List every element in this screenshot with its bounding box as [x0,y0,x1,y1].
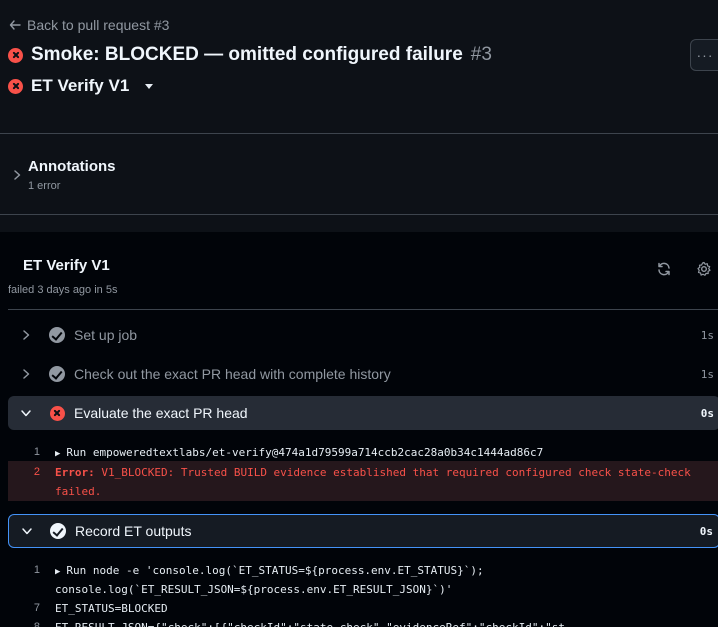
failure-icon [8,78,23,94]
job-status: failed 3 days ago in 5s [8,284,118,296]
line-number: 1 [33,564,40,576]
divider [8,309,718,310]
chevron-right-icon [12,329,40,341]
log-line: 7 ET_STATUS=BLOCKED [8,599,718,618]
arrow-left-icon [9,20,21,30]
check-circle-icon [49,327,65,343]
step-name: Check out the exact PR head with complet… [74,366,391,382]
step-record-et-outputs[interactable]: Record ET outputs 0s [8,514,718,548]
page-title: Smoke: BLOCKED — omitted configured fail… [8,44,492,66]
step-name: Record ET outputs [75,523,192,539]
step-duration: 1s [700,328,714,342]
log-line: console.log(`ET_RESULT_JSON=${process.en… [8,580,718,599]
check-circle-icon [49,366,65,382]
workflow-selector[interactable]: ET Verify V1 [8,76,154,96]
log-line-error: 2 Error: V1_BLOCKED: Trusted BUILD evide… [8,463,718,501]
chevron-right-icon[interactable] [13,168,22,186]
step-checkout[interactable]: Check out the exact PR head with complet… [8,357,718,391]
annotations-title[interactable]: Annotations [28,158,116,175]
line-number: 2 [33,466,40,478]
triangle-right-icon[interactable]: ▶ [55,567,60,577]
sync-icon[interactable] [656,261,672,277]
step-name: Evaluate the exact PR head [74,405,248,421]
kebab-horizontal-icon: ··· [696,47,714,63]
line-number: 8 [33,621,40,627]
chevron-down-icon [13,527,41,536]
run-title: Smoke: BLOCKED — omitted configured fail… [31,44,463,65]
chevron-down-icon [12,409,40,418]
job-title: ET Verify V1 [23,257,110,274]
divider [0,133,718,134]
chevron-right-icon [12,368,40,380]
workflow-name: ET Verify V1 [31,76,130,95]
error-label: Error: [55,466,95,479]
step-duration: 0s [700,406,714,420]
failure-icon [8,47,23,63]
step-duration: 0s [699,524,713,538]
log-text: V1_BLOCKED: Trusted BUILD evidence estab… [55,466,698,498]
log-text: ET_RESULT_JSON={"check":[{"checkId":"sta… [55,618,718,627]
log-line: 8 ET_RESULT_JSON={"check":[{"checkId":"s… [8,618,718,627]
triangle-right-icon[interactable]: ▶ [55,449,60,459]
log-text: ET_STATUS=BLOCKED [55,602,168,615]
gear-icon[interactable] [696,261,712,277]
step-set-up-job[interactable]: Set up job 1s [8,318,718,352]
log-line: 1 ▶ Run node -e 'console.log(`ET_STATUS=$… [8,561,718,582]
line-number [8,580,55,599]
divider [0,214,718,215]
step-duration: 1s [700,367,714,381]
log-text: Run empoweredtextlabs/et-verify@474a1d79… [66,446,544,459]
x-circle-icon [49,405,65,421]
more-options-button[interactable]: ··· [690,39,718,71]
run-number: #3 [470,44,492,65]
check-circle-icon [50,523,66,539]
annotations-count: 1 error [28,180,61,192]
line-number: 7 [33,602,40,614]
back-link[interactable]: Back to pull request #3 [9,17,169,33]
step-evaluate-pr-head[interactable]: Evaluate the exact PR head 0s [8,396,718,430]
log-text: console.log(`ET_RESULT_JSON=${process.en… [55,583,453,596]
triangle-down-icon [145,83,154,89]
step-name: Set up job [74,327,138,343]
log-text: Run node -e 'console.log(`ET_STATUS=${pr… [66,564,484,577]
back-link-label: Back to pull request #3 [27,17,170,33]
